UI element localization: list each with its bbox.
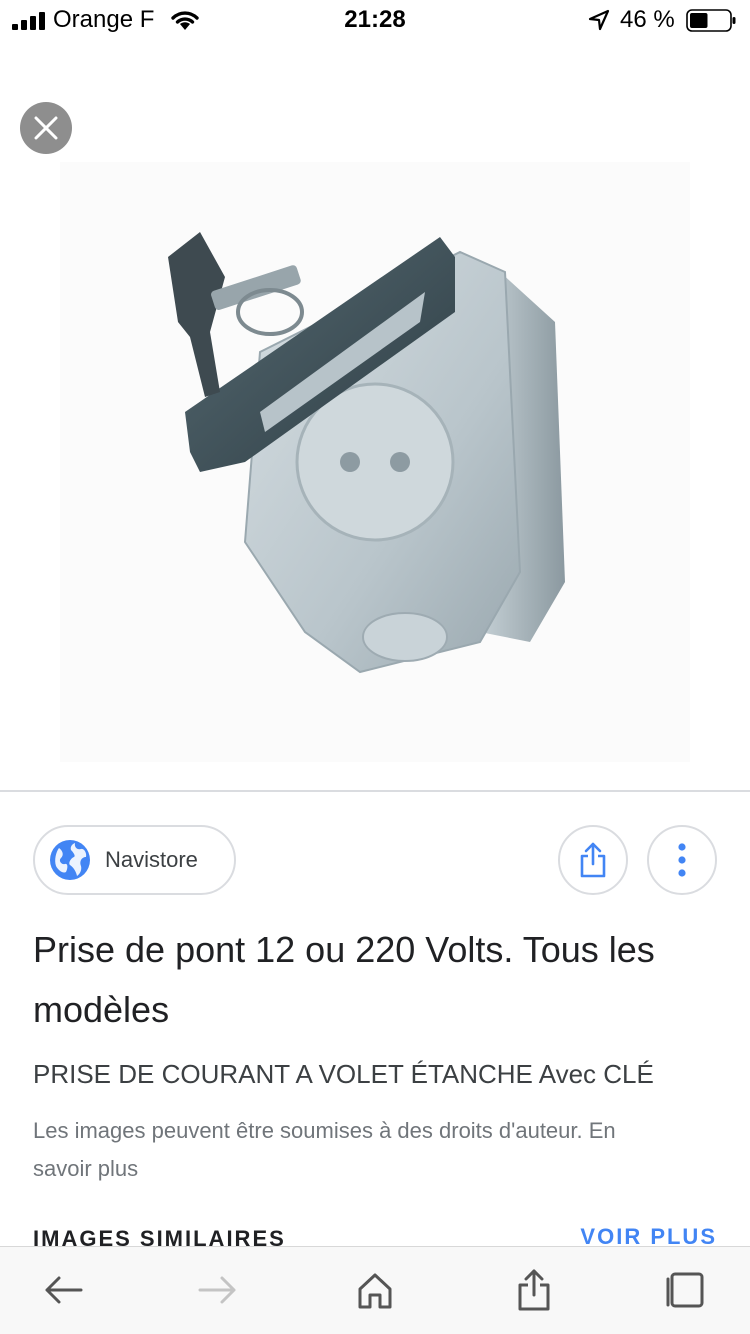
image-subtitle: PRISE DE COURANT A VOLET ÉTANCHE Avec CL… (33, 1059, 654, 1089)
share-icon (518, 1269, 550, 1311)
tabs-icon (666, 1272, 704, 1308)
battery-icon (686, 9, 736, 32)
browser-toolbar (0, 1246, 750, 1334)
close-icon (34, 116, 58, 140)
arrow-right-icon (198, 1276, 236, 1304)
forward-button[interactable] (193, 1265, 243, 1315)
source-chip[interactable]: Navistore (33, 825, 236, 895)
back-button[interactable] (38, 1265, 88, 1315)
share-button[interactable] (558, 825, 628, 895)
image-viewer (0, 42, 750, 790)
arrow-left-icon (45, 1276, 83, 1304)
source-name: Navistore (105, 847, 198, 872)
home-button[interactable] (350, 1265, 400, 1315)
status-bar: Orange F 21:28 46 % (0, 0, 750, 42)
product-photo[interactable] (60, 162, 690, 762)
tabs-button[interactable] (660, 1265, 710, 1315)
image-title[interactable]: Prise de pont 12 ou 220 Volts. Tous les … (33, 920, 723, 1040)
battery-percentage: 46 % (620, 6, 675, 33)
globe-icon (50, 840, 90, 880)
divider (0, 790, 750, 792)
copyright-notice[interactable]: Les images peuvent être soumises à des d… (33, 1112, 633, 1188)
more-vert-icon (678, 843, 686, 877)
close-button[interactable] (20, 102, 72, 154)
home-icon (358, 1273, 392, 1309)
location-arrow-icon (588, 9, 610, 31)
more-options-button[interactable] (647, 825, 717, 895)
share-icon (580, 842, 606, 878)
toolbar-share-button[interactable] (509, 1265, 559, 1315)
